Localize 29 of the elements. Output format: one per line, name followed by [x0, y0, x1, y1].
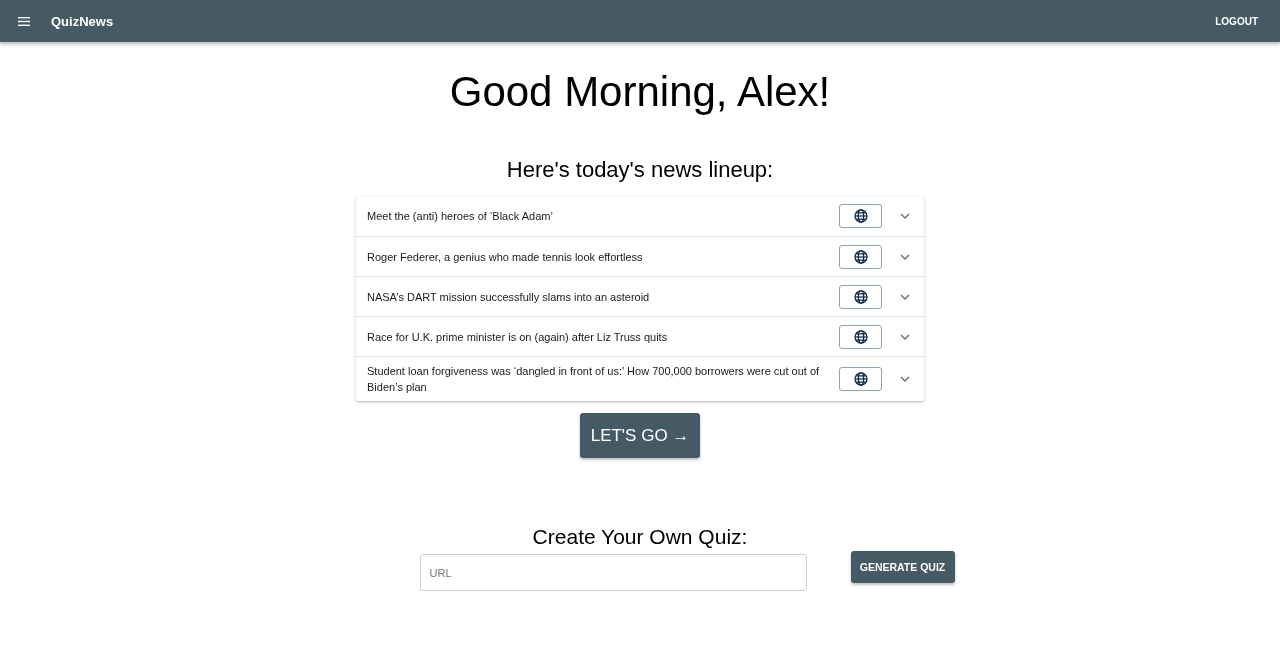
- globe-icon: [853, 329, 868, 344]
- app-title: QuizNews: [51, 13, 114, 29]
- chevron-icon: [900, 253, 910, 260]
- open-article-button[interactable]: [839, 367, 882, 391]
- open-article-button[interactable]: [839, 244, 882, 269]
- logout-button[interactable]: LOGOUT: [1212, 11, 1261, 31]
- globe-icon: [853, 372, 868, 386]
- lets-go-button[interactable]: LET'S GO →: [579, 413, 701, 458]
- menu-icon: [18, 16, 30, 26]
- generate-quiz-button[interactable]: GENERATE QUIZ: [850, 551, 955, 583]
- greeting-heading: Good Morning, Alex!: [449, 67, 831, 117]
- globe-icon: [853, 289, 868, 304]
- chevron-icon: [900, 333, 910, 340]
- globe-icon: [853, 249, 868, 264]
- open-article-button[interactable]: [839, 284, 882, 309]
- article-title: Student loan forgiveness was ‘dangled in front of us:’ How 700,000 borrowers were cut out of Biden’s plan: [367, 364, 821, 395]
- article-title: Roger Federer, a genius who made tennis look effortless: [367, 249, 644, 265]
- open-article-button[interactable]: [839, 204, 882, 228]
- globe-icon: [853, 209, 868, 223]
- chevron-icon: [900, 376, 910, 382]
- chevron-icon: [900, 293, 910, 300]
- create-quiz-heading: Create Your Own Quiz:: [532, 524, 748, 550]
- article-title: Race for U.K. prime minister is on (again) after Liz Truss quits: [367, 329, 669, 345]
- lineup-heading: Here's today's news lineup:: [506, 157, 774, 183]
- article-title: Meet the (anti) heroes of ‘Black Adam’: [367, 209, 554, 224]
- article-title: NASA’s DART mission successfully slams into an asteroid: [367, 289, 651, 305]
- chevron-icon: [900, 213, 910, 219]
- url-input-field[interactable]: URL: [419, 554, 807, 591]
- open-article-button[interactable]: [839, 324, 882, 349]
